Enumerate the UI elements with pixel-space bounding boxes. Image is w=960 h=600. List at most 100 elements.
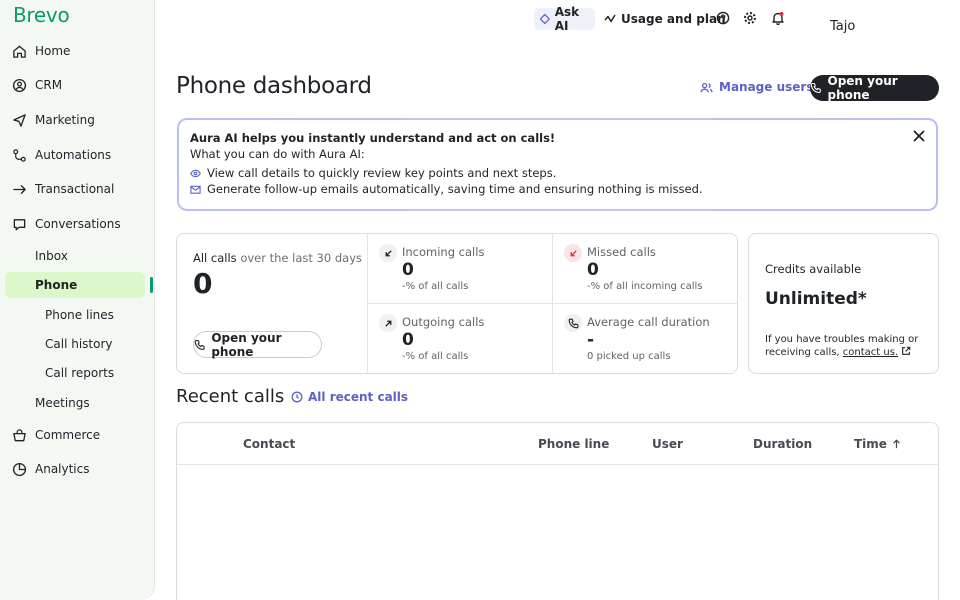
sidebar-item-meetings[interactable]: Meetings <box>5 390 145 416</box>
sidebar-item-inbox[interactable]: Inbox <box>5 243 145 269</box>
column-header-user[interactable]: User <box>652 437 683 451</box>
sidebar-item-automations[interactable]: Automations <box>12 141 144 169</box>
sidebar-item-home[interactable]: Home <box>12 37 144 65</box>
sidebar-item-call-history[interactable]: Call history <box>5 331 145 357</box>
average-duration-stat: Average call duration - 0 picked up call… <box>553 304 733 370</box>
all-recent-calls-link[interactable]: All recent calls <box>291 390 408 404</box>
stat-value: 0 <box>402 330 414 350</box>
send-icon <box>13 113 26 127</box>
sidebar-item-call-reports[interactable]: Call reports <box>5 360 145 386</box>
stat-label: Outgoing calls <box>402 315 485 329</box>
manage-users-label: Manage users <box>719 80 814 94</box>
help-icon[interactable] <box>716 11 730 25</box>
sidebar-item-phone[interactable]: Phone <box>5 272 145 298</box>
active-indicator <box>150 277 153 293</box>
banner-subtitle: What you can do with Aura AI: <box>190 147 365 161</box>
stat-subtext: -% of all calls <box>402 281 469 292</box>
aura-ai-banner: Aura AI helps you instantly understand a… <box>177 118 938 211</box>
column-header-phone-line[interactable]: Phone line <box>538 437 609 451</box>
ask-ai-button[interactable]: Ask AI <box>534 5 595 33</box>
stat-value: - <box>587 330 595 350</box>
clock-icon <box>291 391 303 403</box>
sidebar: Brevo Home CRM Marketing Automations Tra… <box>0 0 155 600</box>
activity-icon <box>604 14 616 23</box>
email-icon <box>190 185 201 194</box>
incoming-arrow-icon <box>379 244 397 262</box>
close-icon[interactable] <box>912 129 926 143</box>
banner-title: Aura AI helps you instantly understand a… <box>190 131 556 145</box>
stat-subtext: -% of all calls <box>402 351 469 362</box>
chat-icon <box>13 218 26 230</box>
sidebar-item-crm[interactable]: CRM <box>12 71 144 99</box>
transactional-icon <box>13 184 26 194</box>
column-header-contact[interactable]: Contact <box>243 437 295 451</box>
recent-calls-title: Recent calls <box>176 386 285 407</box>
missed-calls-stat: Missed calls 0 -% of all incoming calls <box>553 234 733 300</box>
sidebar-item-conversations[interactable]: Conversations <box>12 210 144 238</box>
sidebar-item-label: Automations <box>35 148 112 162</box>
phone-icon <box>194 339 205 350</box>
home-icon <box>13 45 26 58</box>
contact-us-link[interactable]: contact us. <box>843 347 898 358</box>
stat-subtext: 0 picked up calls <box>587 351 671 362</box>
bell-icon[interactable] <box>771 11 785 25</box>
column-header-time[interactable]: Time <box>854 437 901 451</box>
sidebar-item-analytics[interactable]: Analytics <box>12 455 144 483</box>
open-phone-button[interactable]: Open your phone <box>810 74 939 102</box>
stat-label: Average call duration <box>587 315 710 329</box>
open-phone-label: Open your phone <box>211 330 282 359</box>
incoming-calls-stat: Incoming calls 0 -% of all calls <box>368 234 548 300</box>
credits-label: Credits available <box>765 262 862 276</box>
stat-value: 0 <box>402 260 414 280</box>
sidebar-item-marketing[interactable]: Marketing <box>12 106 144 134</box>
banner-point-label: View call details to quickly review key … <box>207 166 557 180</box>
contacts-icon <box>12 78 27 92</box>
credits-value: Unlimited* <box>765 289 867 309</box>
all-calls-label: All calls <box>193 251 237 265</box>
sidebar-item-phone-lines[interactable]: Phone lines <box>5 302 145 328</box>
usage-label: Usage and plan <box>621 12 726 26</box>
open-phone-secondary-button[interactable]: Open your phone <box>193 330 322 359</box>
sidebar-item-label: Analytics <box>35 462 90 476</box>
sidebar-item-commerce[interactable]: Commerce <box>12 421 144 449</box>
sidebar-item-label: CRM <box>35 78 63 92</box>
all-calls-value: 0 <box>193 267 213 300</box>
stat-label: Incoming calls <box>402 245 485 259</box>
column-header-label: Time <box>854 437 887 451</box>
sidebar-item-transactional[interactable]: Transactional <box>12 175 144 203</box>
sort-ascending-icon <box>893 439 900 449</box>
all-calls-period: over the last 30 days <box>240 251 362 265</box>
all-calls-heading: All calls over the last 30 days <box>193 251 362 265</box>
stat-value: 0 <box>587 260 599 280</box>
column-header-duration[interactable]: Duration <box>753 437 812 451</box>
cart-icon <box>13 428 26 441</box>
gear-icon[interactable] <box>743 11 757 25</box>
open-phone-label: Open your phone <box>827 74 898 102</box>
outgoing-arrow-icon <box>379 314 397 332</box>
sidebar-item-label: Home <box>35 44 71 58</box>
eye-icon <box>190 169 201 177</box>
sidebar-item-label: Commerce <box>35 428 101 442</box>
stat-label: Missed calls <box>587 245 656 259</box>
user-menu[interactable]: Tajo <box>830 19 855 34</box>
brevo-logo[interactable]: Brevo <box>13 3 70 27</box>
banner-point-label: Generate follow-up emails automatically,… <box>207 182 703 196</box>
ask-ai-label: Ask AI <box>554 5 580 33</box>
table-header: Contact Phone line User Duration Time <box>177 423 938 465</box>
manage-users-link[interactable]: Manage users <box>700 80 813 94</box>
usage-and-plan-button[interactable]: Usage and plan <box>604 8 726 30</box>
automation-icon <box>13 148 26 162</box>
outgoing-calls-stat: Outgoing calls 0 -% of all calls <box>368 304 548 370</box>
external-link-icon[interactable] <box>901 346 911 356</box>
all-recent-calls-label: All recent calls <box>308 390 409 404</box>
analytics-icon <box>12 462 27 476</box>
recent-calls-table: Contact Phone line User Duration Time <box>176 422 939 600</box>
banner-point-view: View call details to quickly review key … <box>190 165 925 181</box>
call-stats-card: All calls over the last 30 days 0 Open y… <box>176 233 738 374</box>
sidebar-item-label: Transactional <box>35 182 115 196</box>
credits-note: If you have troubles making or receiving… <box>765 333 930 359</box>
phone-duration-icon <box>564 314 582 332</box>
banner-point-email: Generate follow-up emails automatically,… <box>190 181 925 197</box>
sidebar-item-label: Conversations <box>35 217 121 231</box>
phone-icon <box>810 82 821 94</box>
